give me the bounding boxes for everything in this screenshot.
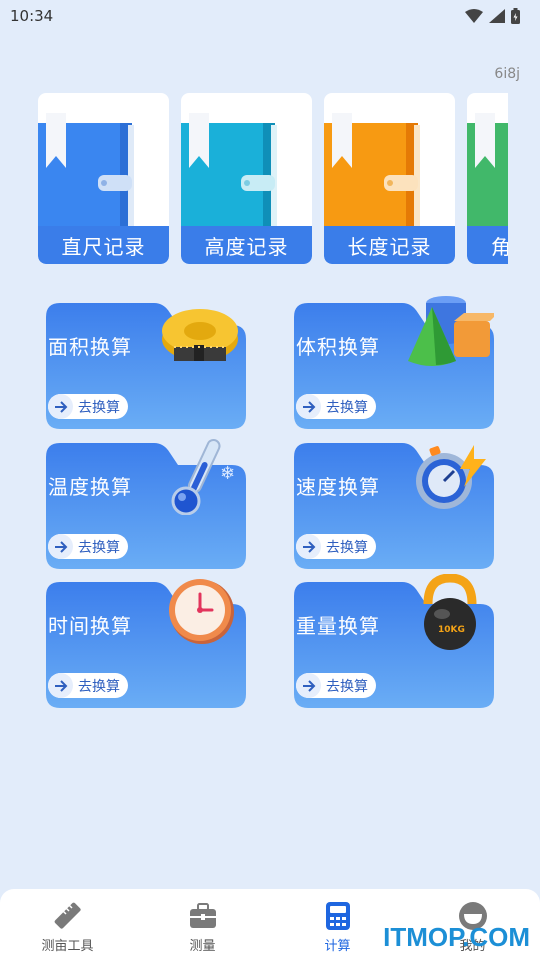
area-conversion-card[interactable]: 面积换算 去换算 [46, 303, 246, 434]
go-convert-button[interactable]: 去换算 [296, 673, 376, 698]
nav-label: 测量 [189, 939, 216, 954]
go-convert-label: 去换算 [326, 399, 368, 416]
status-time: 10:34 [10, 7, 54, 25]
svg-text:❄: ❄ [220, 463, 235, 484]
weight-conversion-card[interactable]: 重量换算 去换算 10KG [294, 574, 494, 713]
record-card-ruler[interactable]: 直尺记录 [38, 93, 169, 264]
go-convert-label: 去换算 [326, 678, 368, 695]
notebook-icon [38, 113, 134, 227]
go-convert-label: 去换算 [78, 399, 120, 416]
signal-icon [489, 9, 505, 23]
status-bar: 10:34 [0, 0, 540, 32]
corner-tag: 6i8j [494, 66, 520, 82]
time-conversion-card[interactable]: 时间换算 去换算 [46, 579, 246, 713]
go-convert-label: 去换算 [326, 539, 368, 556]
toolbox-icon [189, 903, 216, 928]
record-card-label: 直尺记录 [38, 226, 169, 264]
go-convert-button[interactable]: 去换算 [48, 673, 128, 698]
record-carousel[interactable]: 直尺记录 高度记录 长度记录 角 [38, 93, 508, 265]
wifi-icon [465, 9, 483, 23]
conversion-title: 面积换算 [48, 335, 132, 359]
3d-shapes-icon [408, 296, 494, 366]
clock-icon [169, 579, 234, 644]
go-convert-label: 去换算 [78, 678, 120, 695]
go-convert-button[interactable]: 去换算 [48, 534, 128, 559]
go-convert-label: 去换算 [78, 539, 120, 556]
arrow-right-icon [296, 673, 321, 698]
calculator-icon [325, 902, 350, 930]
arrow-right-icon [48, 394, 73, 419]
conversion-title: 速度换算 [296, 475, 380, 499]
temperature-conversion-card[interactable]: 温度换算 去换算 ❄ [46, 438, 246, 574]
record-card-length[interactable]: 长度记录 [324, 93, 455, 264]
notebook-icon [467, 113, 508, 227]
notebook-icon [181, 113, 277, 227]
record-card-label: 高度记录 [181, 226, 312, 264]
battery-icon [511, 8, 520, 24]
conversion-title: 温度换算 [48, 475, 132, 499]
arrow-right-icon [48, 673, 73, 698]
notebook-icon [324, 113, 420, 227]
speed-conversion-card[interactable]: 速度换算 去换算 [294, 443, 494, 574]
conversion-title: 时间换算 [48, 614, 132, 638]
go-convert-button[interactable]: 去换算 [296, 394, 376, 419]
watermark-logo: ITMOP.COM [383, 922, 530, 952]
record-card-angle[interactable]: 角 [467, 93, 508, 264]
thermometer-icon: ❄ [171, 438, 235, 515]
nav-label: 测亩工具 [41, 939, 94, 954]
status-icons [465, 8, 520, 24]
record-card-label: 角 [467, 226, 508, 264]
tape-measure-icon [162, 309, 238, 361]
ruler-icon [54, 902, 81, 929]
record-card-height[interactable]: 高度记录 [181, 93, 312, 264]
arrow-right-icon [48, 534, 73, 559]
record-card-label: 长度记录 [324, 226, 455, 264]
conversion-title: 重量换算 [296, 614, 380, 638]
stopwatch-icon [416, 445, 486, 509]
kettlebell-weight-label: 10KG [438, 625, 465, 635]
go-convert-button[interactable]: 去换算 [48, 394, 128, 419]
kettlebell-icon: 10KG [423, 574, 477, 650]
arrow-right-icon [296, 534, 321, 559]
nav-item-field-tool[interactable]: 测亩工具 [0, 889, 135, 960]
nav-label: 计算 [324, 939, 351, 954]
volume-conversion-card[interactable]: 体积换算 去换算 [294, 296, 494, 434]
go-convert-button[interactable]: 去换算 [296, 534, 376, 559]
nav-item-measure[interactable]: 测量 [135, 889, 270, 960]
arrow-right-icon [296, 394, 321, 419]
conversion-title: 体积换算 [296, 335, 380, 359]
